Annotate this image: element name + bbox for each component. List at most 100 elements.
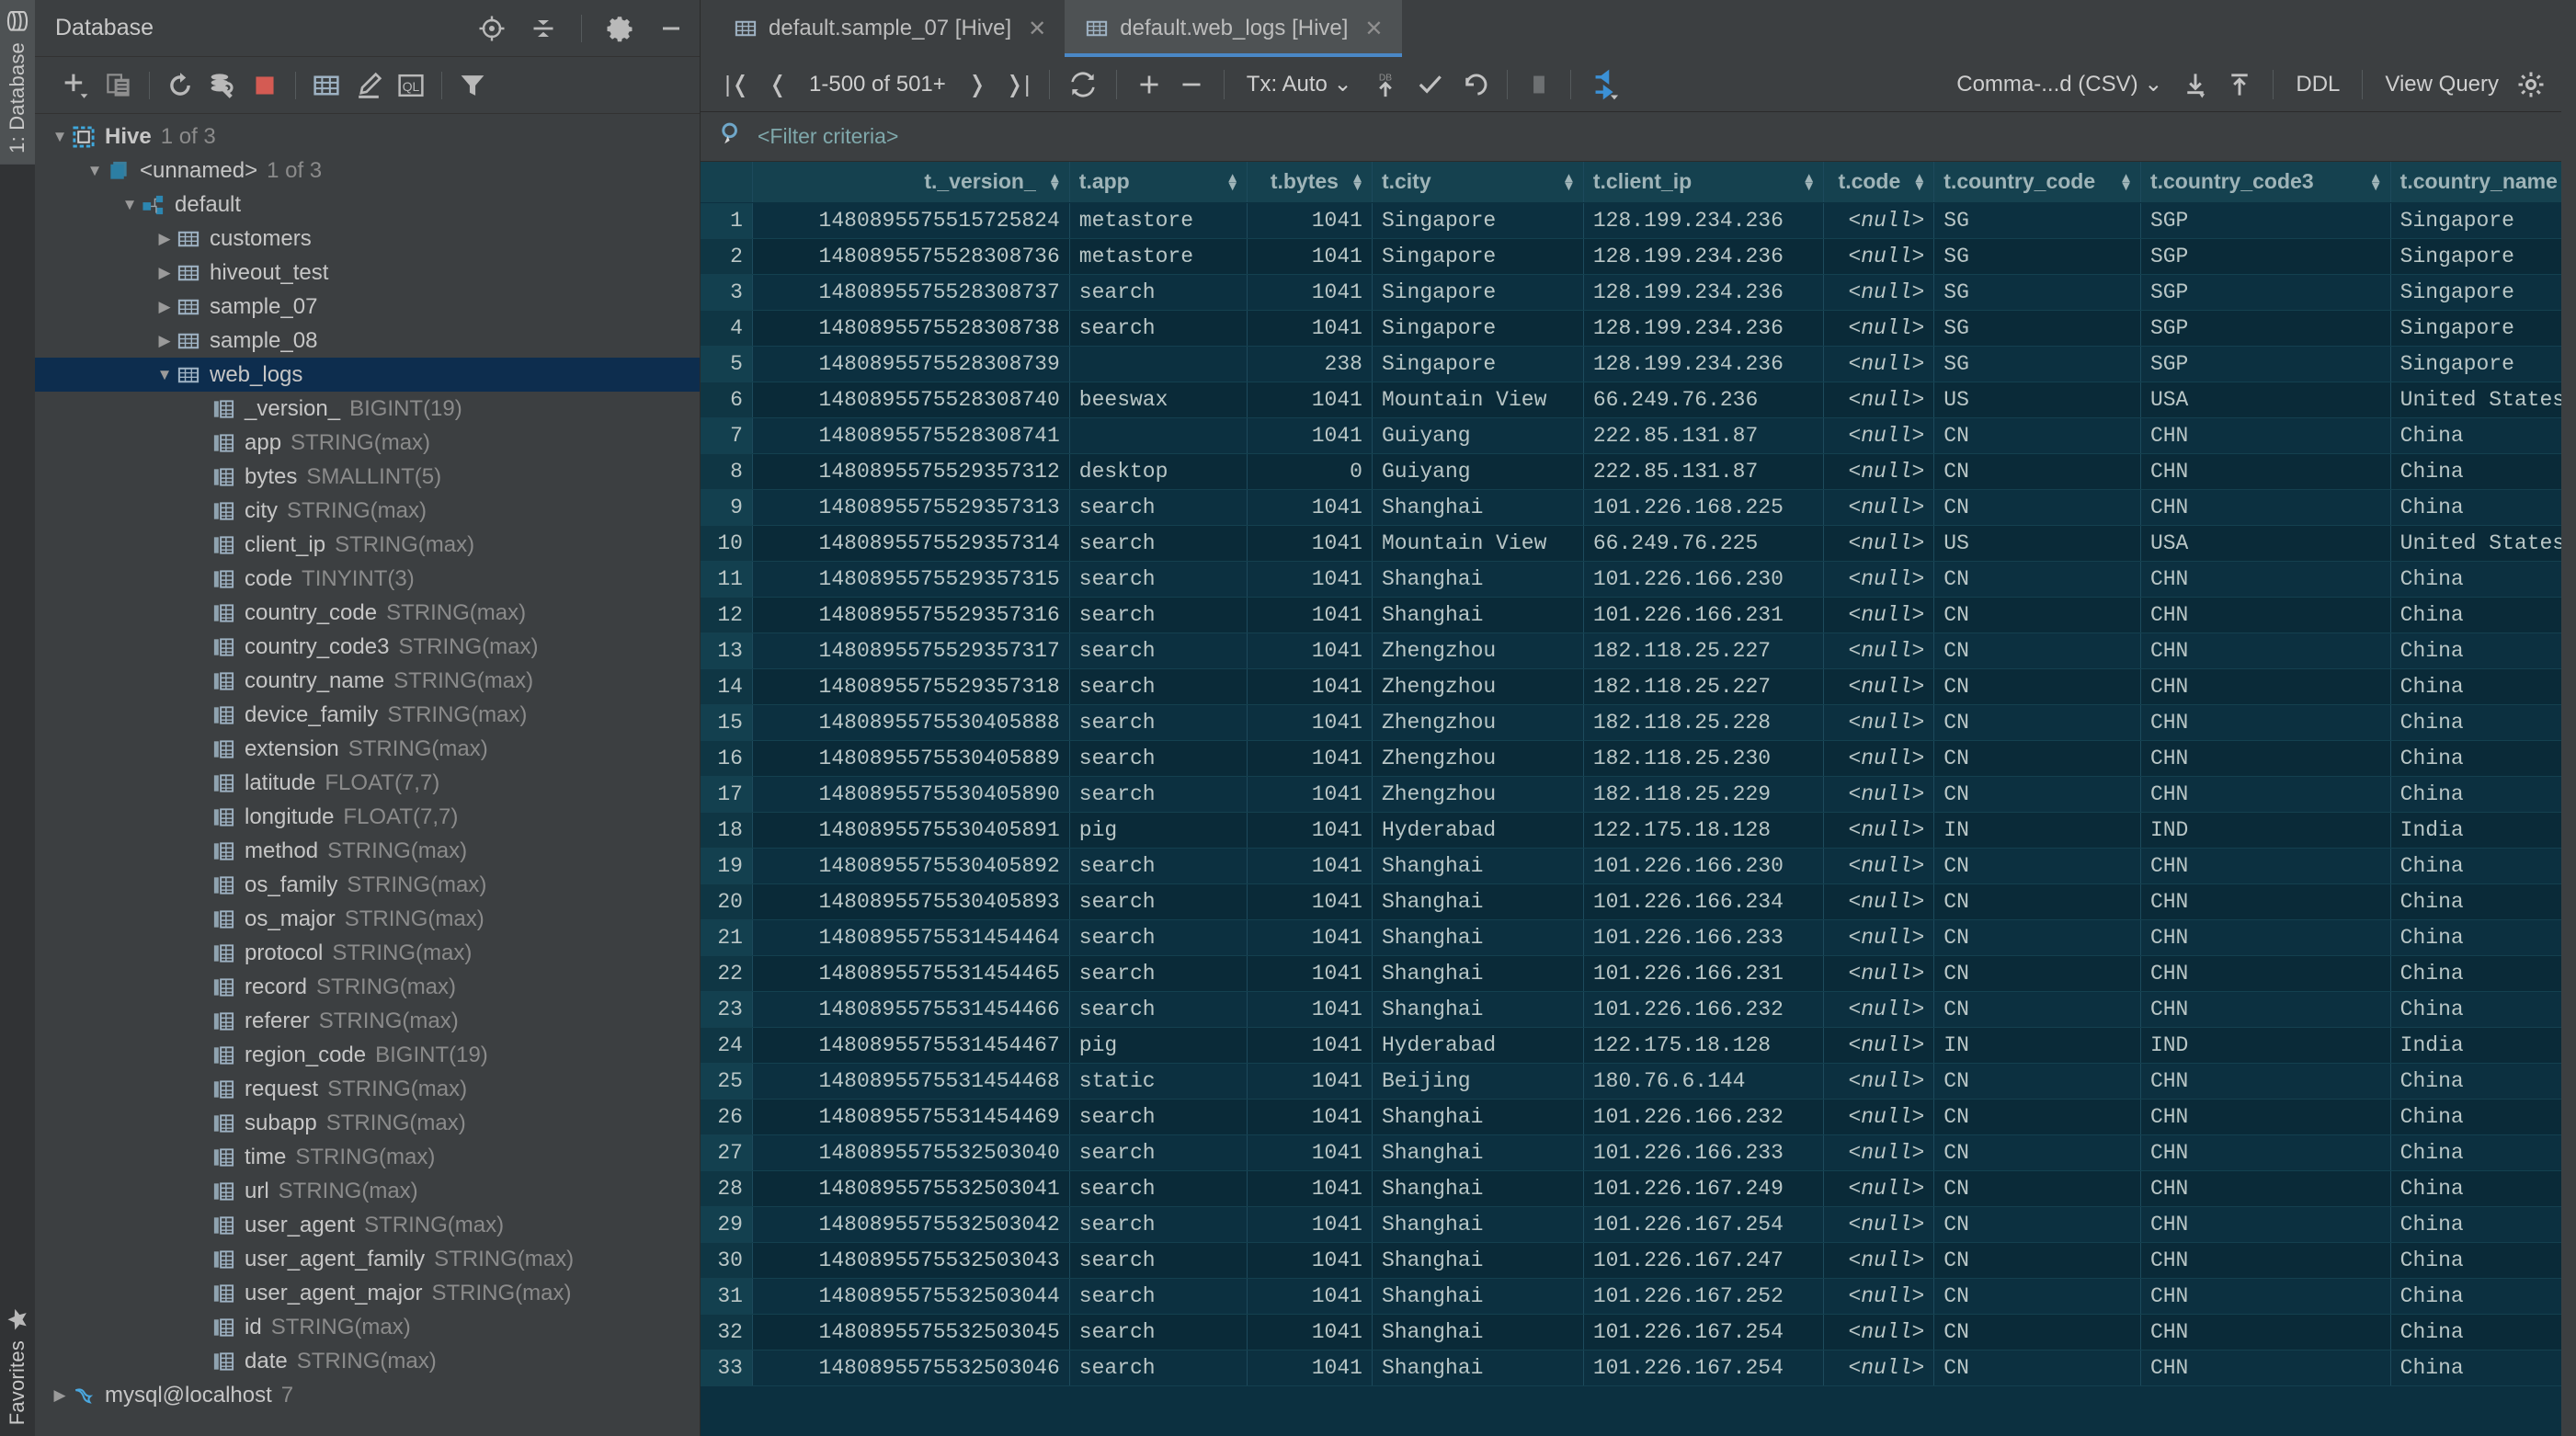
cell-_version_[interactable]: 1480895575531454464 <box>752 919 1070 956</box>
cell-country_name[interactable]: China <box>2390 848 2561 884</box>
cell-code[interactable]: <null> <box>1823 955 1935 992</box>
reload-icon[interactable] <box>1061 64 1105 105</box>
cell-country_code3[interactable]: CHN <box>2140 417 2391 454</box>
tree-node-extension[interactable]: · extension STRING(max) <box>35 732 700 766</box>
cell-country_name[interactable]: China <box>2390 1206 2561 1243</box>
cell-bytes[interactable]: 1041 <box>1247 740 1373 777</box>
cell-code[interactable]: <null> <box>1823 883 1935 920</box>
cell-client_ip[interactable]: 122.175.18.128 <box>1583 1027 1825 1064</box>
tree-node-sample07[interactable]: ▶ sample_07 <box>35 290 700 324</box>
cell-app[interactable]: search <box>1069 1206 1248 1243</box>
cell-country_code[interactable]: CN <box>1933 1099 2141 1135</box>
cell-client_ip[interactable]: 222.85.131.87 <box>1583 453 1825 490</box>
table-row[interactable]: 10 1480895575529357314 search 1041 Mountain … <box>701 525 2561 562</box>
cell-app[interactable]: search <box>1069 633 1248 669</box>
cell-country_name[interactable]: China <box>2390 633 2561 669</box>
cell-code[interactable]: <null> <box>1823 991 1935 1028</box>
cell-country_code[interactable]: CN <box>1933 883 2141 920</box>
cell-country_name[interactable]: China <box>2390 740 2561 777</box>
cell-app[interactable]: beeswax <box>1069 382 1248 418</box>
cell-country_code[interactable]: SG <box>1933 238 2141 275</box>
tree-node-id[interactable]: · id STRING(max) <box>35 1310 700 1344</box>
table-row[interactable]: 32 1480895575532503045 search 1041 Shanghai 1… <box>701 1314 2561 1351</box>
tree-node-record[interactable]: · record STRING(max) <box>35 970 700 1004</box>
column-header-code[interactable]: t.code ▲ ▼ <box>1823 162 1935 203</box>
cell-_version_[interactable]: 1480895575528308737 <box>752 274 1070 311</box>
data-extractor-icon[interactable] <box>1582 64 1630 105</box>
cell-code[interactable]: <null> <box>1823 310 1935 347</box>
cell-client_ip[interactable]: 66.249.76.236 <box>1583 382 1825 418</box>
filter-input[interactable]: <Filter criteria> <box>758 124 898 149</box>
add-row-icon[interactable] <box>1128 64 1170 105</box>
cell-code[interactable]: <null> <box>1823 776 1935 813</box>
tree-node-default[interactable]: ▼ default <box>35 188 700 222</box>
tree-node-useragentmajor[interactable]: · user_agent_major STRING(max) <box>35 1276 700 1310</box>
cell-bytes[interactable]: 1041 <box>1247 991 1373 1028</box>
cell-app[interactable] <box>1069 417 1248 454</box>
cell-country_name[interactable]: China <box>2390 561 2561 598</box>
cell-client_ip[interactable]: 101.226.167.254 <box>1583 1206 1825 1243</box>
table-row[interactable]: 16 1480895575530405889 search 1041 Zhengzhou… <box>701 740 2561 777</box>
cell-city[interactable]: Hyderabad <box>1372 1027 1584 1064</box>
cell-country_code[interactable]: CN <box>1933 417 2141 454</box>
cell-code[interactable]: <null> <box>1823 1278 1935 1315</box>
cell-city[interactable]: Zhengzhou <box>1372 668 1584 705</box>
table-row[interactable]: 5 1480895575528308739 238 Singapore 128.199.… <box>701 346 2561 382</box>
cell-country_code3[interactable]: CHN <box>2140 668 2391 705</box>
cell-bytes[interactable]: 1041 <box>1247 238 1373 275</box>
cell-_version_[interactable]: 1480895575528308740 <box>752 382 1070 418</box>
cell-country_code[interactable]: US <box>1933 382 2141 418</box>
cell-city[interactable]: Shanghai <box>1372 561 1584 598</box>
cell-city[interactable]: Singapore <box>1372 274 1584 311</box>
cell-country_code[interactable]: US <box>1933 525 2141 562</box>
cell-client_ip[interactable]: 101.226.168.225 <box>1583 489 1825 526</box>
cell-bytes[interactable]: 1041 <box>1247 1314 1373 1351</box>
data-source-properties-icon[interactable] <box>201 65 244 106</box>
cell-city[interactable]: Shanghai <box>1372 848 1584 884</box>
cell-_version_[interactable]: 1480895575532503041 <box>752 1170 1070 1207</box>
cell-country_code3[interactable]: CHN <box>2140 848 2391 884</box>
cell-_version_[interactable]: 1480895575531454468 <box>752 1063 1070 1100</box>
cell-_version_[interactable]: 1480895575528308738 <box>752 310 1070 347</box>
tree-node-sample08[interactable]: ▶ sample_08 <box>35 324 700 358</box>
cell-country_code3[interactable]: CHN <box>2140 1063 2391 1100</box>
cell-country_name[interactable]: China <box>2390 1134 2561 1171</box>
tree-node-request[interactable]: · request STRING(max) <box>35 1072 700 1106</box>
cell-country_code[interactable]: CN <box>1933 1206 2141 1243</box>
cell-bytes[interactable]: 1041 <box>1247 310 1373 347</box>
tree-node-code[interactable]: · code TINYINT(3) <box>35 562 700 596</box>
cell-country_code[interactable]: CN <box>1933 668 2141 705</box>
sort-toggle-icon[interactable]: ▲ ▼ <box>2119 171 2133 193</box>
cell-client_ip[interactable]: 182.118.25.228 <box>1583 704 1825 741</box>
table-row[interactable]: 24 1480895575531454467 pig 1041 Hyderabad 122… <box>701 1027 2561 1064</box>
cell-country_name[interactable]: India <box>2390 812 2561 849</box>
cell-client_ip[interactable]: 128.199.234.236 <box>1583 274 1825 311</box>
sort-toggle-icon[interactable]: ▲ ▼ <box>1048 171 1062 193</box>
next-page-button[interactable]: ❭ <box>957 64 997 105</box>
tree-node-longitude[interactable]: · longitude FLOAT(7,7) <box>35 800 700 834</box>
cell-country_code[interactable]: CN <box>1933 776 2141 813</box>
cell-country_code[interactable]: CN <box>1933 1134 2141 1171</box>
cell-app[interactable]: desktop <box>1069 453 1248 490</box>
cell-bytes[interactable]: 1041 <box>1247 1350 1373 1386</box>
open-console-icon[interactable]: QL <box>390 65 432 106</box>
sort-toggle-icon[interactable]: ▲ ▼ <box>1562 171 1576 193</box>
cell-code[interactable]: <null> <box>1823 919 1935 956</box>
cell-city[interactable]: Shanghai <box>1372 1278 1584 1315</box>
cell-code[interactable]: <null> <box>1823 704 1935 741</box>
modify-icon[interactable] <box>348 65 390 106</box>
expand-arrow-icon[interactable]: ▼ <box>83 162 107 180</box>
collapse-arrow-icon[interactable]: ▶ <box>153 264 177 282</box>
cell-_version_[interactable]: 1480895575532503045 <box>752 1314 1070 1351</box>
cell-country_code[interactable]: CN <box>1933 919 2141 956</box>
cell-app[interactable]: search <box>1069 776 1248 813</box>
cell-client_ip[interactable]: 182.118.25.227 <box>1583 668 1825 705</box>
tree-node-countryname[interactable]: · country_name STRING(max) <box>35 664 700 698</box>
cell-city[interactable]: Singapore <box>1372 238 1584 275</box>
cell-country_name[interactable]: China <box>2390 1278 2561 1315</box>
tree-node-latitude[interactable]: · latitude FLOAT(7,7) <box>35 766 700 800</box>
tree-node-hive[interactable]: ▼ Hive 1 of 3 <box>35 120 700 154</box>
tree-node-subapp[interactable]: · subapp STRING(max) <box>35 1106 700 1140</box>
last-page-button[interactable]: ❭| <box>997 64 1038 105</box>
tree-node-osmajor[interactable]: · os_major STRING(max) <box>35 902 700 936</box>
